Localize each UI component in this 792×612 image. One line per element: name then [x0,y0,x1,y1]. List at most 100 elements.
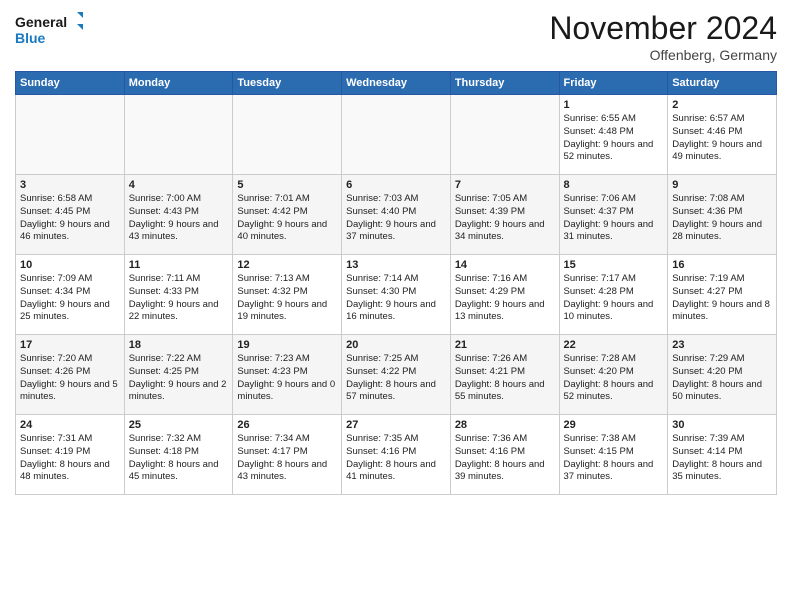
calendar-cell: 30 Sunrise: 7:39 AM Sunset: 4:14 PM Dayl… [668,415,777,495]
day-number: 9 [672,179,772,191]
day-number: 30 [672,419,772,431]
sunrise-text: Sunrise: 7:32 AM [129,433,201,444]
sunrise-text: Sunrise: 7:19 AM [672,273,744,284]
svg-text:Blue: Blue [15,30,46,46]
day-number: 23 [672,339,772,351]
cell-content: Sunrise: 7:09 AM Sunset: 4:34 PM Dayligh… [20,273,120,324]
sunset-text: Sunset: 4:34 PM [20,286,90,297]
calendar-cell: 15 Sunrise: 7:17 AM Sunset: 4:28 PM Dayl… [559,255,668,335]
cell-content: Sunrise: 7:23 AM Sunset: 4:23 PM Dayligh… [237,353,337,404]
sunset-text: Sunset: 4:46 PM [672,126,742,137]
day-number: 4 [129,179,229,191]
sunrise-text: Sunrise: 7:20 AM [20,353,92,364]
day-number: 22 [564,339,664,351]
calendar-body: 1 Sunrise: 6:55 AM Sunset: 4:48 PM Dayli… [16,95,777,495]
daylight-text: Daylight: 9 hours and 25 minutes. [20,299,110,323]
cell-content: Sunrise: 6:57 AM Sunset: 4:46 PM Dayligh… [672,113,772,164]
day-number: 17 [20,339,120,351]
calendar-cell: 13 Sunrise: 7:14 AM Sunset: 4:30 PM Dayl… [342,255,451,335]
daylight-text: Daylight: 8 hours and 48 minutes. [20,459,110,483]
sunrise-text: Sunrise: 7:11 AM [129,273,201,284]
day-number: 1 [564,99,664,111]
daylight-text: Daylight: 9 hours and 2 minutes. [129,379,227,403]
cell-content: Sunrise: 7:13 AM Sunset: 4:32 PM Dayligh… [237,273,337,324]
sunset-text: Sunset: 4:48 PM [564,126,634,137]
daylight-text: Daylight: 9 hours and 46 minutes. [20,219,110,243]
cell-content: Sunrise: 7:03 AM Sunset: 4:40 PM Dayligh… [346,193,446,244]
logo: General Blue [15,10,85,50]
daylight-text: Daylight: 9 hours and 31 minutes. [564,219,654,243]
calendar-cell [124,95,233,175]
daylight-text: Daylight: 8 hours and 35 minutes. [672,459,762,483]
sunrise-text: Sunrise: 7:22 AM [129,353,201,364]
calendar-table: Sunday Monday Tuesday Wednesday Thursday… [15,71,777,495]
daylight-text: Daylight: 9 hours and 8 minutes. [672,299,770,323]
daylight-text: Daylight: 8 hours and 37 minutes. [564,459,654,483]
sunset-text: Sunset: 4:26 PM [20,366,90,377]
sunset-text: Sunset: 4:21 PM [455,366,525,377]
calendar-week-1: 1 Sunrise: 6:55 AM Sunset: 4:48 PM Dayli… [16,95,777,175]
cell-content: Sunrise: 7:22 AM Sunset: 4:25 PM Dayligh… [129,353,229,404]
sunset-text: Sunset: 4:40 PM [346,206,416,217]
day-number: 3 [20,179,120,191]
sunset-text: Sunset: 4:29 PM [455,286,525,297]
sunset-text: Sunset: 4:20 PM [672,366,742,377]
day-number: 25 [129,419,229,431]
sunrise-text: Sunrise: 7:36 AM [455,433,527,444]
daylight-text: Daylight: 8 hours and 41 minutes. [346,459,436,483]
title-block: November 2024 Offenberg, Germany [549,10,777,63]
calendar-cell: 19 Sunrise: 7:23 AM Sunset: 4:23 PM Dayl… [233,335,342,415]
calendar-cell: 4 Sunrise: 7:00 AM Sunset: 4:43 PM Dayli… [124,175,233,255]
cell-content: Sunrise: 7:17 AM Sunset: 4:28 PM Dayligh… [564,273,664,324]
daylight-text: Daylight: 9 hours and 37 minutes. [346,219,436,243]
day-number: 8 [564,179,664,191]
calendar-cell: 23 Sunrise: 7:29 AM Sunset: 4:20 PM Dayl… [668,335,777,415]
calendar-cell: 8 Sunrise: 7:06 AM Sunset: 4:37 PM Dayli… [559,175,668,255]
daylight-text: Daylight: 8 hours and 55 minutes. [455,379,545,403]
daylight-text: Daylight: 9 hours and 43 minutes. [129,219,219,243]
calendar-cell: 10 Sunrise: 7:09 AM Sunset: 4:34 PM Dayl… [16,255,125,335]
daylight-text: Daylight: 9 hours and 34 minutes. [455,219,545,243]
sunrise-text: Sunrise: 7:39 AM [672,433,744,444]
sunset-text: Sunset: 4:25 PM [129,366,199,377]
sunset-text: Sunset: 4:20 PM [564,366,634,377]
calendar-cell: 14 Sunrise: 7:16 AM Sunset: 4:29 PM Dayl… [450,255,559,335]
day-number: 15 [564,259,664,271]
sunrise-text: Sunrise: 7:03 AM [346,193,418,204]
col-saturday: Saturday [668,72,777,95]
sunrise-text: Sunrise: 7:26 AM [455,353,527,364]
calendar-cell: 16 Sunrise: 7:19 AM Sunset: 4:27 PM Dayl… [668,255,777,335]
col-thursday: Thursday [450,72,559,95]
logo-svg: General Blue [15,10,85,50]
cell-content: Sunrise: 7:01 AM Sunset: 4:42 PM Dayligh… [237,193,337,244]
calendar-cell [342,95,451,175]
day-number: 7 [455,179,555,191]
daylight-text: Daylight: 9 hours and 22 minutes. [129,299,219,323]
calendar-cell: 1 Sunrise: 6:55 AM Sunset: 4:48 PM Dayli… [559,95,668,175]
calendar-cell: 2 Sunrise: 6:57 AM Sunset: 4:46 PM Dayli… [668,95,777,175]
cell-content: Sunrise: 7:25 AM Sunset: 4:22 PM Dayligh… [346,353,446,404]
day-number: 5 [237,179,337,191]
daylight-text: Daylight: 9 hours and 5 minutes. [20,379,118,403]
daylight-text: Daylight: 9 hours and 40 minutes. [237,219,327,243]
calendar-cell: 25 Sunrise: 7:32 AM Sunset: 4:18 PM Dayl… [124,415,233,495]
cell-content: Sunrise: 7:08 AM Sunset: 4:36 PM Dayligh… [672,193,772,244]
sunset-text: Sunset: 4:18 PM [129,446,199,457]
cell-content: Sunrise: 7:28 AM Sunset: 4:20 PM Dayligh… [564,353,664,404]
sunset-text: Sunset: 4:43 PM [129,206,199,217]
sunrise-text: Sunrise: 7:13 AM [237,273,309,284]
sunset-text: Sunset: 4:17 PM [237,446,307,457]
sunset-text: Sunset: 4:37 PM [564,206,634,217]
sunrise-text: Sunrise: 7:34 AM [237,433,309,444]
day-number: 10 [20,259,120,271]
calendar-cell: 20 Sunrise: 7:25 AM Sunset: 4:22 PM Dayl… [342,335,451,415]
day-number: 19 [237,339,337,351]
day-number: 13 [346,259,446,271]
daylight-text: Daylight: 9 hours and 16 minutes. [346,299,436,323]
day-number: 6 [346,179,446,191]
col-tuesday: Tuesday [233,72,342,95]
daylight-text: Daylight: 9 hours and 28 minutes. [672,219,762,243]
calendar-cell: 29 Sunrise: 7:38 AM Sunset: 4:15 PM Dayl… [559,415,668,495]
sunrise-text: Sunrise: 7:35 AM [346,433,418,444]
day-number: 14 [455,259,555,271]
